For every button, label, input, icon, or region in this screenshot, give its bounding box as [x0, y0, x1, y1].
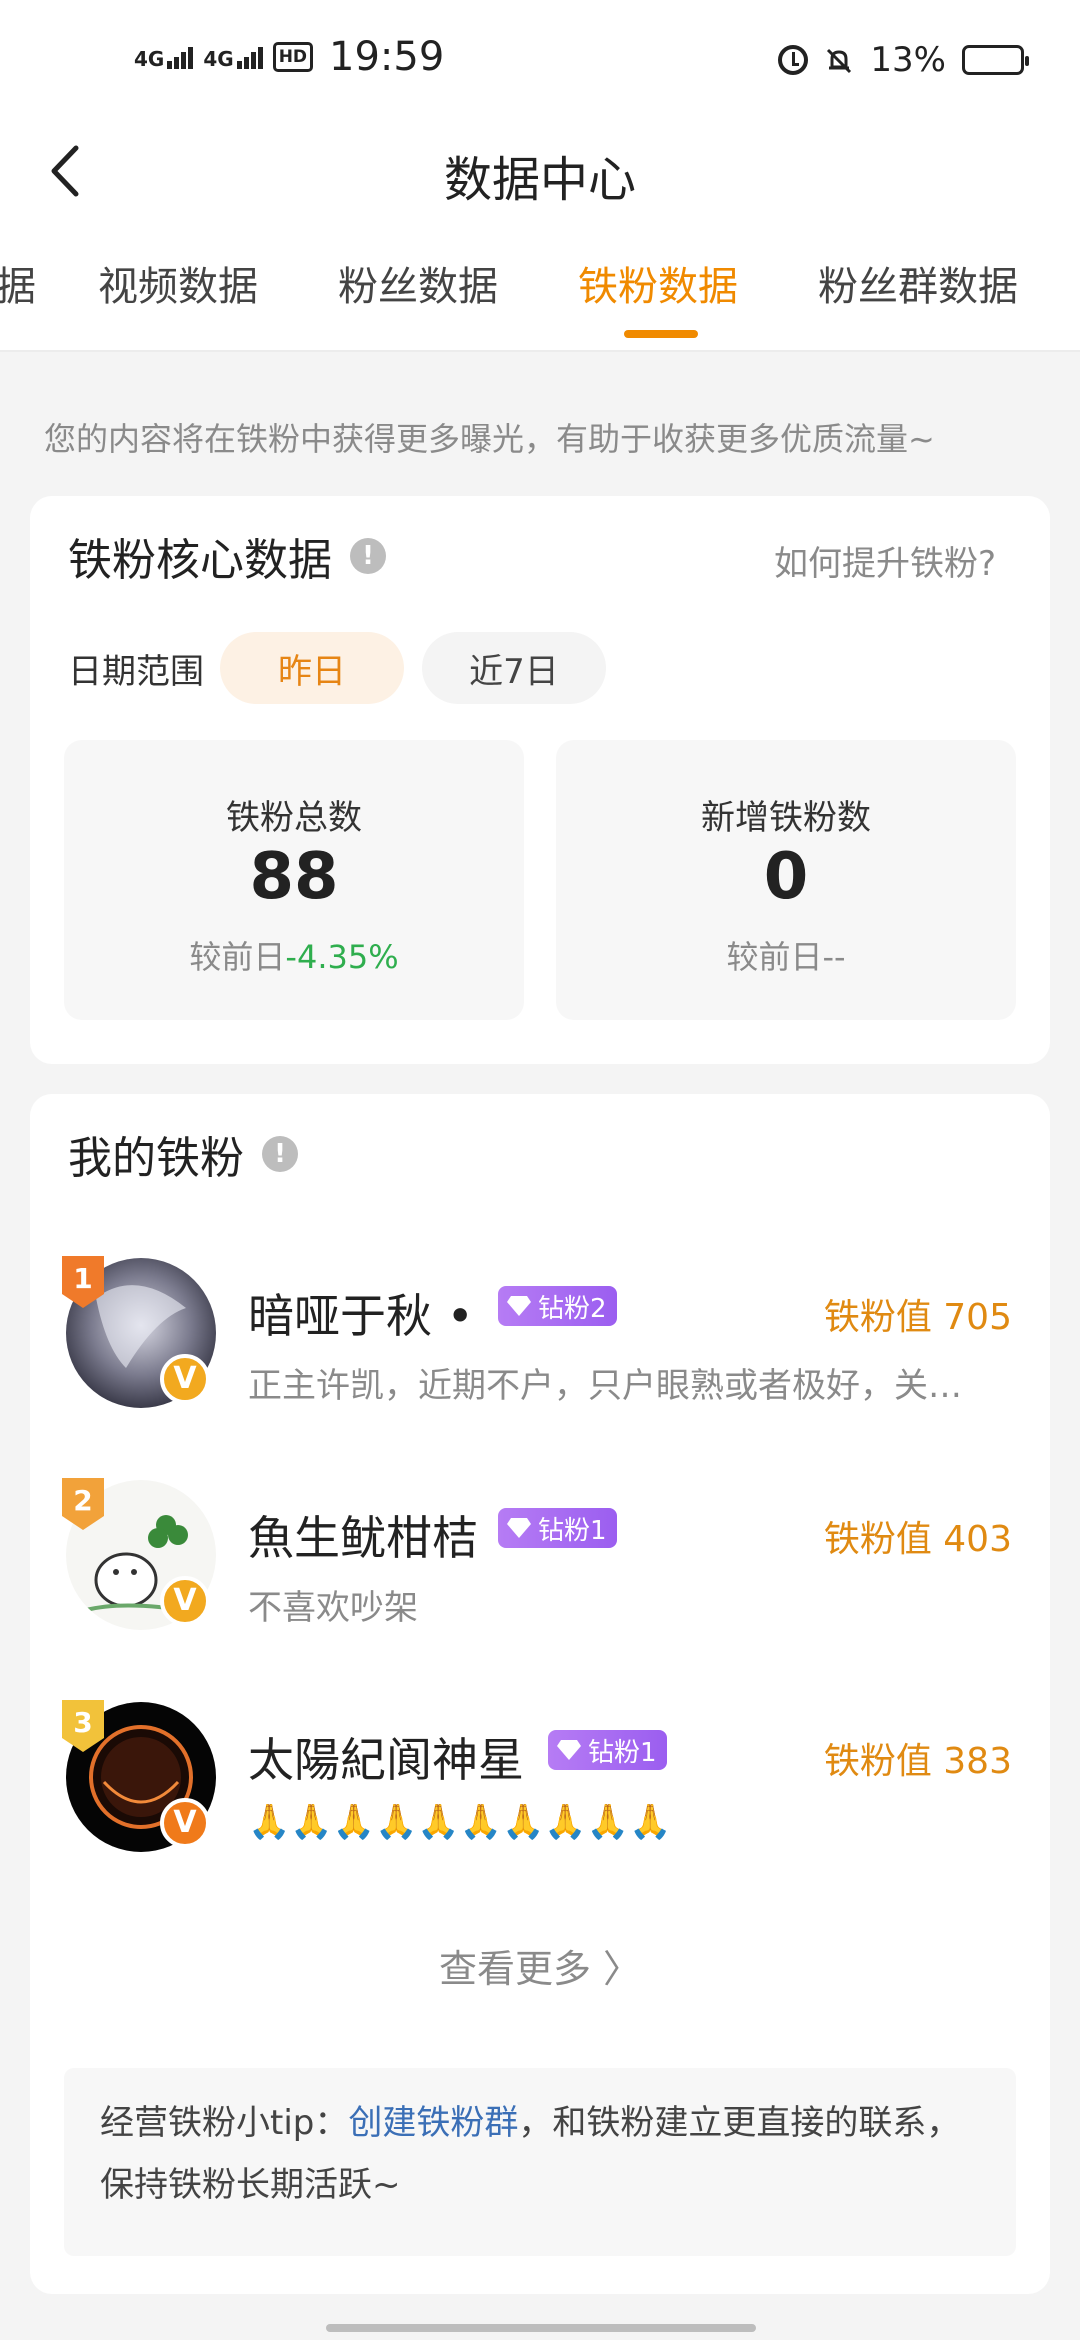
- date-range-row: 日期范围 昨日 近7日: [68, 632, 624, 704]
- my-fans-card: 我的铁粉 ! 1 V 暗哑于秋 • 钻粉2 铁粉值 705 正主许凯，近期不户，…: [30, 1094, 1050, 2294]
- view-more-button[interactable]: 查看更多 〉: [30, 1938, 1050, 1993]
- bell-off-icon: [824, 45, 854, 75]
- chip-yesterday[interactable]: 昨日: [220, 632, 404, 704]
- fan-row[interactable]: 1 V 暗哑于秋 • 钻粉2 铁粉值 705 正主许凯，近期不户，只户眼熟或者极…: [30, 1256, 1050, 1438]
- compare-value: -4.35%: [285, 938, 399, 976]
- badge-label: 钻粉1: [588, 1737, 657, 1768]
- signal-bars-icon: [167, 45, 194, 69]
- page-title: 数据中心: [443, 152, 636, 208]
- info-icon[interactable]: !: [350, 538, 386, 574]
- compare-prefix: 较前日: [726, 938, 823, 976]
- stat-label: 铁粉总数: [226, 798, 362, 838]
- rank-2-icon: 2: [62, 1478, 104, 1530]
- stat-new-fans: 新增铁粉数 0 较前日--: [556, 740, 1016, 1020]
- fan-score: 铁粉值 403: [823, 1519, 1012, 1560]
- diamond-icon: [507, 1518, 531, 1538]
- hd-voice-icon: HD: [272, 42, 314, 72]
- fan-name: 暗哑于秋 •: [248, 1289, 474, 1343]
- alarm-icon: [778, 45, 809, 75]
- svg-text:2: 2: [73, 1484, 92, 1517]
- verified-v-icon: V: [160, 1354, 210, 1404]
- tip-box: 经营铁粉小tip：创建铁粉群，和铁粉建立更直接的联系，保持铁粉长期活跃~: [64, 2068, 1016, 2256]
- signal-bars-icon: [236, 45, 263, 69]
- core-title-text: 铁粉核心数据: [68, 535, 332, 586]
- signal-4g-1: 4G: [134, 45, 194, 71]
- home-indicator[interactable]: [326, 2324, 756, 2332]
- notice-text: 您的内容将在铁粉中获得更多曝光，有助于收获更多优质流量~: [44, 420, 935, 458]
- chip-last-7-days[interactable]: 近7日: [422, 632, 606, 704]
- network-label: 4G: [134, 47, 165, 71]
- signal-4g-2: 4G: [203, 45, 263, 71]
- stat-total-fans: 铁粉总数 88 较前日-4.35%: [64, 740, 524, 1020]
- header-area: 4G 4G HD 19:59 13% 数据中心 据 视频数据 粉丝数据 铁粉数据…: [0, 0, 1080, 352]
- my-fans-title: 我的铁粉 !: [68, 1122, 298, 1186]
- date-range-label: 日期范围: [68, 651, 204, 692]
- fan-row[interactable]: 2 V 魚生鱿柑桔 钻粉1 铁粉值 403 不喜欢吵架: [30, 1478, 1050, 1660]
- core-data-title: 铁粉核心数据 !: [68, 524, 386, 588]
- diamond-fan-badge: 钻粉2: [498, 1286, 617, 1326]
- fan-description: 正主许凯，近期不户，只户眼熟或者极好，关…: [248, 1366, 962, 1406]
- battery-percent: 13%: [870, 40, 946, 80]
- tab-partial[interactable]: 据: [0, 254, 36, 312]
- fan-description: 不喜欢吵架: [248, 1588, 418, 1628]
- tab-iron-fan-data[interactable]: 铁粉数据: [578, 254, 738, 312]
- badge-label: 钻粉2: [538, 1293, 607, 1324]
- status-time: 19:59: [329, 34, 445, 80]
- status-bar: 4G 4G HD 19:59 13%: [0, 0, 1080, 120]
- diamond-icon: [507, 1296, 531, 1316]
- stat-compare: 较前日--: [556, 932, 1016, 978]
- diamond-fan-badge: 钻粉1: [498, 1508, 617, 1548]
- svg-text:1: 1: [73, 1262, 92, 1295]
- create-fan-group-link[interactable]: 创建铁粉群: [348, 2103, 518, 2143]
- network-label: 4G: [203, 47, 234, 71]
- stat-label: 新增铁粉数: [701, 798, 871, 838]
- info-icon[interactable]: !: [262, 1136, 298, 1172]
- fan-name: 太陽紀阆神星: [248, 1733, 524, 1787]
- tab-fan-data[interactable]: 粉丝数据: [338, 254, 498, 312]
- tab-bar: 据 视频数据 粉丝数据 铁粉数据 粉丝群数据: [0, 254, 1080, 344]
- diamond-fan-badge: 钻粉1: [548, 1730, 667, 1770]
- stat-value: 88: [249, 840, 339, 914]
- stat-value: 0: [763, 840, 809, 914]
- rank-1-icon: 1: [62, 1256, 104, 1308]
- how-to-improve-link[interactable]: 如何提升铁粉?: [774, 536, 996, 585]
- diamond-icon: [557, 1740, 581, 1760]
- svg-text:3: 3: [73, 1706, 92, 1739]
- active-tab-indicator: [624, 330, 698, 338]
- compare-value: --: [822, 938, 846, 976]
- badge-label: 钻粉1: [538, 1515, 607, 1546]
- fan-row[interactable]: 3 V 太陽紀阆神星 钻粉1 铁粉值 383 🙏🙏🙏🙏🙏🙏🙏🙏🙏🙏: [30, 1700, 1050, 1882]
- status-right: 13%: [778, 40, 1029, 80]
- fan-description: 🙏🙏🙏🙏🙏🙏🙏🙏🙏🙏: [248, 1802, 672, 1842]
- rank-3-icon: 3: [62, 1700, 104, 1752]
- nav-bar: 数据中心: [0, 120, 1080, 220]
- fan-name: 魚生鱿柑桔: [248, 1511, 478, 1565]
- status-left: 4G 4G HD 19:59: [134, 34, 444, 80]
- tip-prefix: 经营铁粉小tip：: [100, 2103, 349, 2143]
- verified-v-icon: V: [160, 1576, 210, 1626]
- core-data-card: 铁粉核心数据 ! 如何提升铁粉? 日期范围 昨日 近7日 铁粉总数 88 较前日…: [30, 496, 1050, 1064]
- battery-icon: [962, 45, 1029, 75]
- my-fans-title-text: 我的铁粉: [68, 1133, 244, 1184]
- stat-compare: 较前日-4.35%: [64, 932, 524, 978]
- verified-v-icon: V: [160, 1798, 210, 1848]
- tab-video-data[interactable]: 视频数据: [98, 254, 258, 312]
- fan-score: 铁粉值 705: [823, 1297, 1012, 1338]
- fan-score: 铁粉值 383: [823, 1741, 1012, 1782]
- tab-fan-group-data[interactable]: 粉丝群数据: [818, 254, 1018, 312]
- compare-prefix: 较前日: [189, 938, 286, 976]
